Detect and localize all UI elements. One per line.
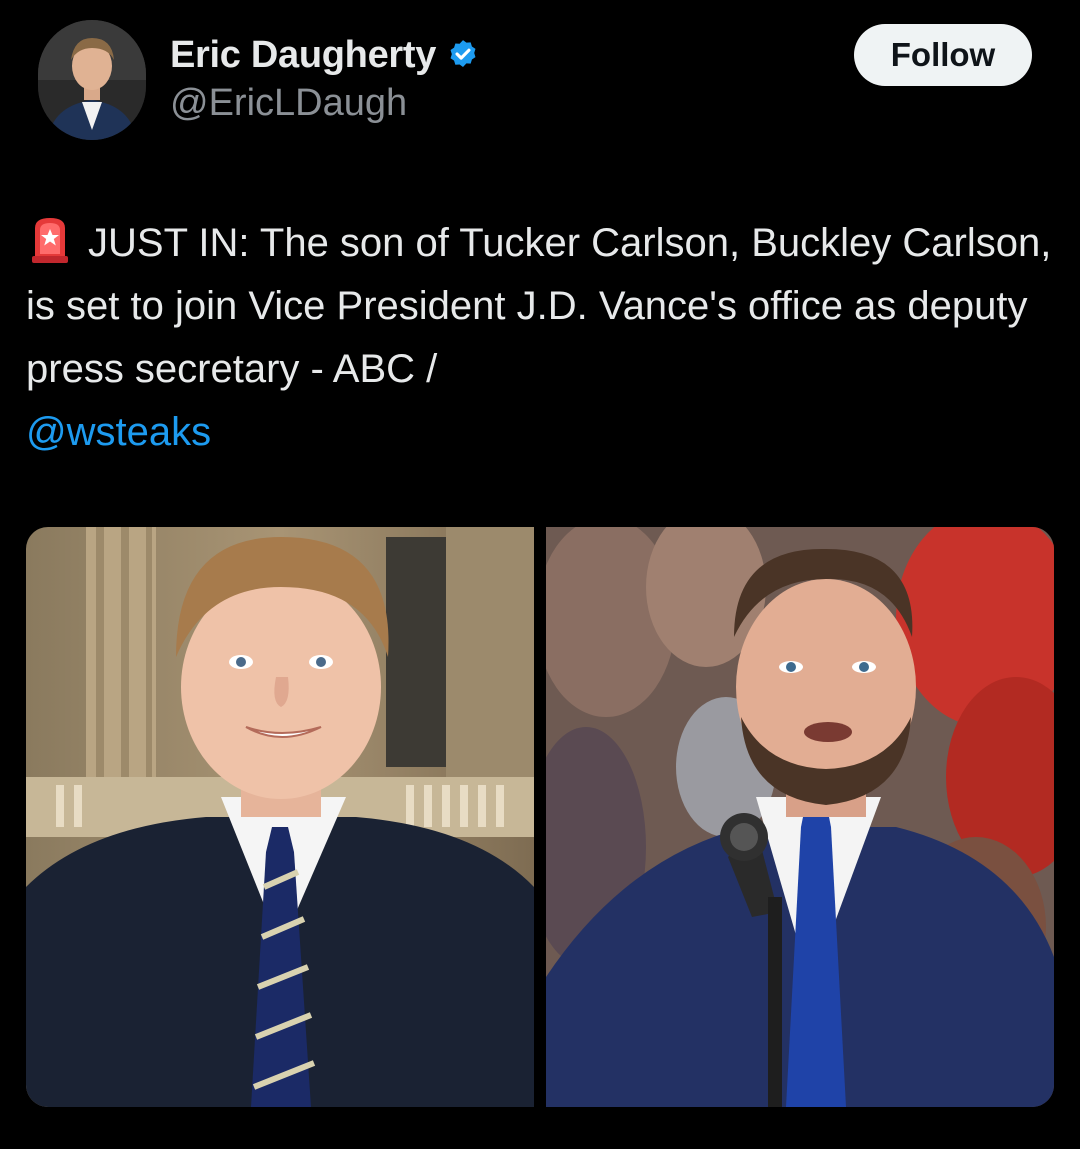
tweet-body: JUST IN: The son of Tucker Carlson, Buck… [26, 221, 1052, 391]
tweet-text: JUST IN: The son of Tucker Carlson, Buck… [26, 212, 1056, 464]
tweet-media[interactable] [26, 527, 1054, 1107]
verified-badge-icon [446, 38, 480, 72]
author-handle[interactable]: @EricLDaugh [170, 82, 407, 125]
author-name-row: Eric Daugherty [170, 30, 480, 80]
photo-jd-vance[interactable] [546, 527, 1054, 1107]
follow-button[interactable]: Follow [854, 24, 1032, 86]
photo-buckley-carlson[interactable] [26, 527, 534, 1107]
avatar[interactable] [38, 20, 146, 140]
author-display-name[interactable]: Eric Daugherty [170, 34, 436, 77]
mention-link[interactable]: @wsteaks [26, 410, 211, 454]
tweet-header: Eric Daugherty @EricLDaugh Follow [0, 0, 1080, 160]
police-siren-icon [26, 214, 74, 264]
